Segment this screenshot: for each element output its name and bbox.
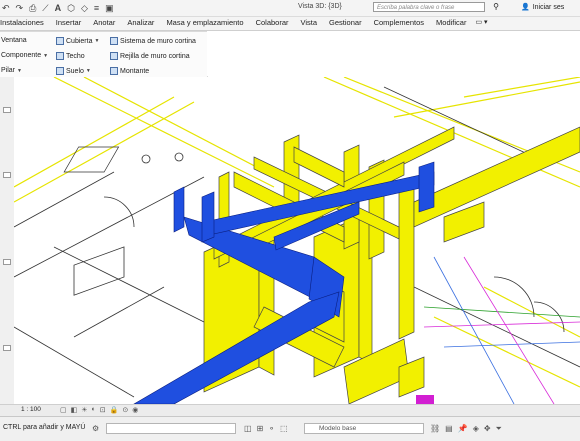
sun-path-icon[interactable]: ☀ <box>81 406 87 414</box>
worksets-icon[interactable]: ⚙ <box>92 424 99 433</box>
pilar-label: Pilar <box>1 67 16 74</box>
colored-grid-lines <box>423 256 580 404</box>
ventana-button[interactable]: Ventana <box>1 37 27 44</box>
visual-style-icon[interactable]: ◧ <box>71 406 78 414</box>
curtain-grid-label: Rejilla de muro cortina <box>120 52 190 60</box>
status-hint: CTRL para añadir y MAYÚ <box>3 424 86 431</box>
dropdown-caret-icon: ▼ <box>85 68 91 74</box>
ventana-label: Ventana <box>1 37 27 44</box>
design-option-model-field[interactable]: Modelo base <box>304 423 424 434</box>
dropdown-caret-icon: ▼ <box>17 67 22 74</box>
floor-plan-black-lines <box>14 86 580 398</box>
crop-view-icon[interactable]: ⊡ <box>100 406 106 414</box>
tab-anotar[interactable]: Anotar <box>87 17 121 30</box>
print-icon[interactable]: ⎙ <box>29 3 36 14</box>
cubierta-label: Cubierta <box>66 37 93 45</box>
filter-icon[interactable]: ⚬ <box>268 424 275 433</box>
tab-modificar[interactable]: Modificar <box>430 17 472 30</box>
lock-view-icon[interactable]: 🔒 <box>110 406 119 414</box>
techo-label: Techo <box>66 52 85 60</box>
thin-lines-icon[interactable]: ≡ <box>94 3 99 14</box>
tab-complementos[interactable]: Complementos <box>368 17 430 30</box>
magenta-selection-box <box>416 395 434 404</box>
redo-icon[interactable]: ↷ <box>16 3 24 14</box>
mullion-button[interactable]: Montante <box>110 67 149 75</box>
dropdown-caret-icon: ▼ <box>94 38 100 44</box>
left-dock-strip <box>0 77 15 404</box>
ribbon-panel: Ventana Componente ▼ Pilar ▼ Cubierta ▼ … <box>0 31 208 78</box>
curtain-system-icon <box>110 37 118 45</box>
select-underlay-icon[interactable]: ▤ <box>445 424 453 434</box>
text-A-icon[interactable]: A <box>55 3 62 14</box>
workset-field[interactable] <box>106 423 236 434</box>
curtain-system-button[interactable]: Sistema de muro cortina <box>110 37 196 45</box>
status-icons-left: ⚙ <box>92 424 99 433</box>
quick-access-toolbar: ↶ ↷ ⎙ ⟋ A ⬡ ◇ ≡ ▣ Vista 3D: {3D} Escriba… <box>0 0 580 17</box>
hide-isolate-icon[interactable]: ⊙ <box>122 406 128 414</box>
dropdown-caret-icon: ▼ <box>43 52 49 59</box>
binoculars-icon[interactable]: ⚲ <box>490 2 502 13</box>
panel-icon[interactable] <box>3 172 11 178</box>
ceiling-icon <box>56 52 64 60</box>
model-drawing <box>14 77 580 404</box>
componente-label: Componente <box>1 52 42 59</box>
curtain-grid-button[interactable]: Rejilla de muro cortina <box>110 52 190 60</box>
measure-icon[interactable]: ⟋ <box>42 3 48 14</box>
curtain-grid-icon <box>110 52 118 60</box>
ribbon-tabs: Instalaciones Insertar Anotar Analizar M… <box>0 17 580 31</box>
select-pinned-icon[interactable]: 📌 <box>458 424 468 434</box>
window-title: Vista 3D: {3D} <box>298 3 342 10</box>
mullion-label: Montante <box>120 67 150 75</box>
close-views-icon[interactable]: ▣ <box>105 3 114 14</box>
ribbon-toggle-icon[interactable]: ▭ ▾ <box>472 17 490 30</box>
user-label: Iniciar ses <box>532 3 565 11</box>
suelo-label: Suelo <box>66 67 84 75</box>
panel-icon[interactable] <box>3 345 11 351</box>
3d-viewport[interactable] <box>14 77 580 404</box>
quick-access-icons: ↶ ↷ ⎙ ⟋ A ⬡ ◇ ≡ ▣ <box>2 3 114 14</box>
reveal-hidden-icon[interactable]: ◉ <box>132 406 138 414</box>
select-links-icon[interactable]: ⛓ <box>430 424 440 434</box>
section-icon[interactable]: ◇ <box>81 3 88 14</box>
tab-gestionar[interactable]: Gestionar <box>323 17 368 30</box>
filter-count-icon[interactable]: ⏷ <box>496 424 502 434</box>
user-signin[interactable]: 👤 Iniciar ses <box>521 3 565 12</box>
mullion-icon <box>110 67 118 75</box>
panel-icon[interactable] <box>3 107 11 113</box>
user-icon: 👤 <box>521 4 530 11</box>
drag-elements-icon[interactable]: ✥ <box>484 424 491 434</box>
tab-masa-emplazamiento[interactable]: Masa y emplazamiento <box>160 17 249 30</box>
select-by-face-icon[interactable]: ◈ <box>473 424 479 434</box>
ribbon-empty-area <box>207 31 580 76</box>
tab-colaborar[interactable]: Colaborar <box>250 17 295 30</box>
tab-instalaciones[interactable]: Instalaciones <box>0 17 50 30</box>
view-control-icons: ▢ ◧ ☀ ◐ ⊡ 🔒 ⊙ ◉ <box>60 406 138 414</box>
suelo-button[interactable]: Suelo ▼ <box>56 67 91 75</box>
cubierta-button[interactable]: Cubierta ▼ <box>56 37 99 45</box>
design-options-icon[interactable]: ◫ <box>244 424 252 433</box>
techo-button[interactable]: Techo <box>56 52 85 60</box>
tab-insertar[interactable]: Insertar <box>50 17 87 30</box>
componente-button[interactable]: Componente ▼ <box>1 52 48 59</box>
selection-icon[interactable]: ⬚ <box>280 424 288 433</box>
3d-view-icon[interactable]: ⬡ <box>67 3 75 14</box>
status-icons-right: ⛓ ▤ 📌 ◈ ✥ ⏷ <box>430 424 502 434</box>
undo-icon[interactable]: ↶ <box>2 3 10 14</box>
floor-icon <box>56 67 64 75</box>
pilar-button[interactable]: Pilar ▼ <box>1 67 22 74</box>
tab-analizar[interactable]: Analizar <box>121 17 160 30</box>
panel-icon[interactable] <box>3 259 11 265</box>
roof-icon <box>56 37 64 45</box>
detail-level-icon[interactable]: ▢ <box>60 406 67 414</box>
view-control-bar: 1 : 100 ▢ ◧ ☀ ◐ ⊡ 🔒 ⊙ ◉ <box>0 404 580 416</box>
scale-label[interactable]: 1 : 100 <box>21 406 41 413</box>
tab-vista[interactable]: Vista <box>295 17 324 30</box>
editable-only-icon[interactable]: ⊞ <box>257 424 264 433</box>
status-bar: CTRL para añadir y MAYÚ ⚙ ◫ ⊞ ⚬ ⬚ Modelo… <box>0 416 580 441</box>
shadows-icon[interactable]: ◐ <box>92 406 96 414</box>
curtain-system-label: Sistema de muro cortina <box>120 37 196 45</box>
search-input[interactable]: Escriba palabra clave o frase <box>373 2 485 12</box>
status-icons-mid: ◫ ⊞ ⚬ ⬚ <box>244 424 288 433</box>
